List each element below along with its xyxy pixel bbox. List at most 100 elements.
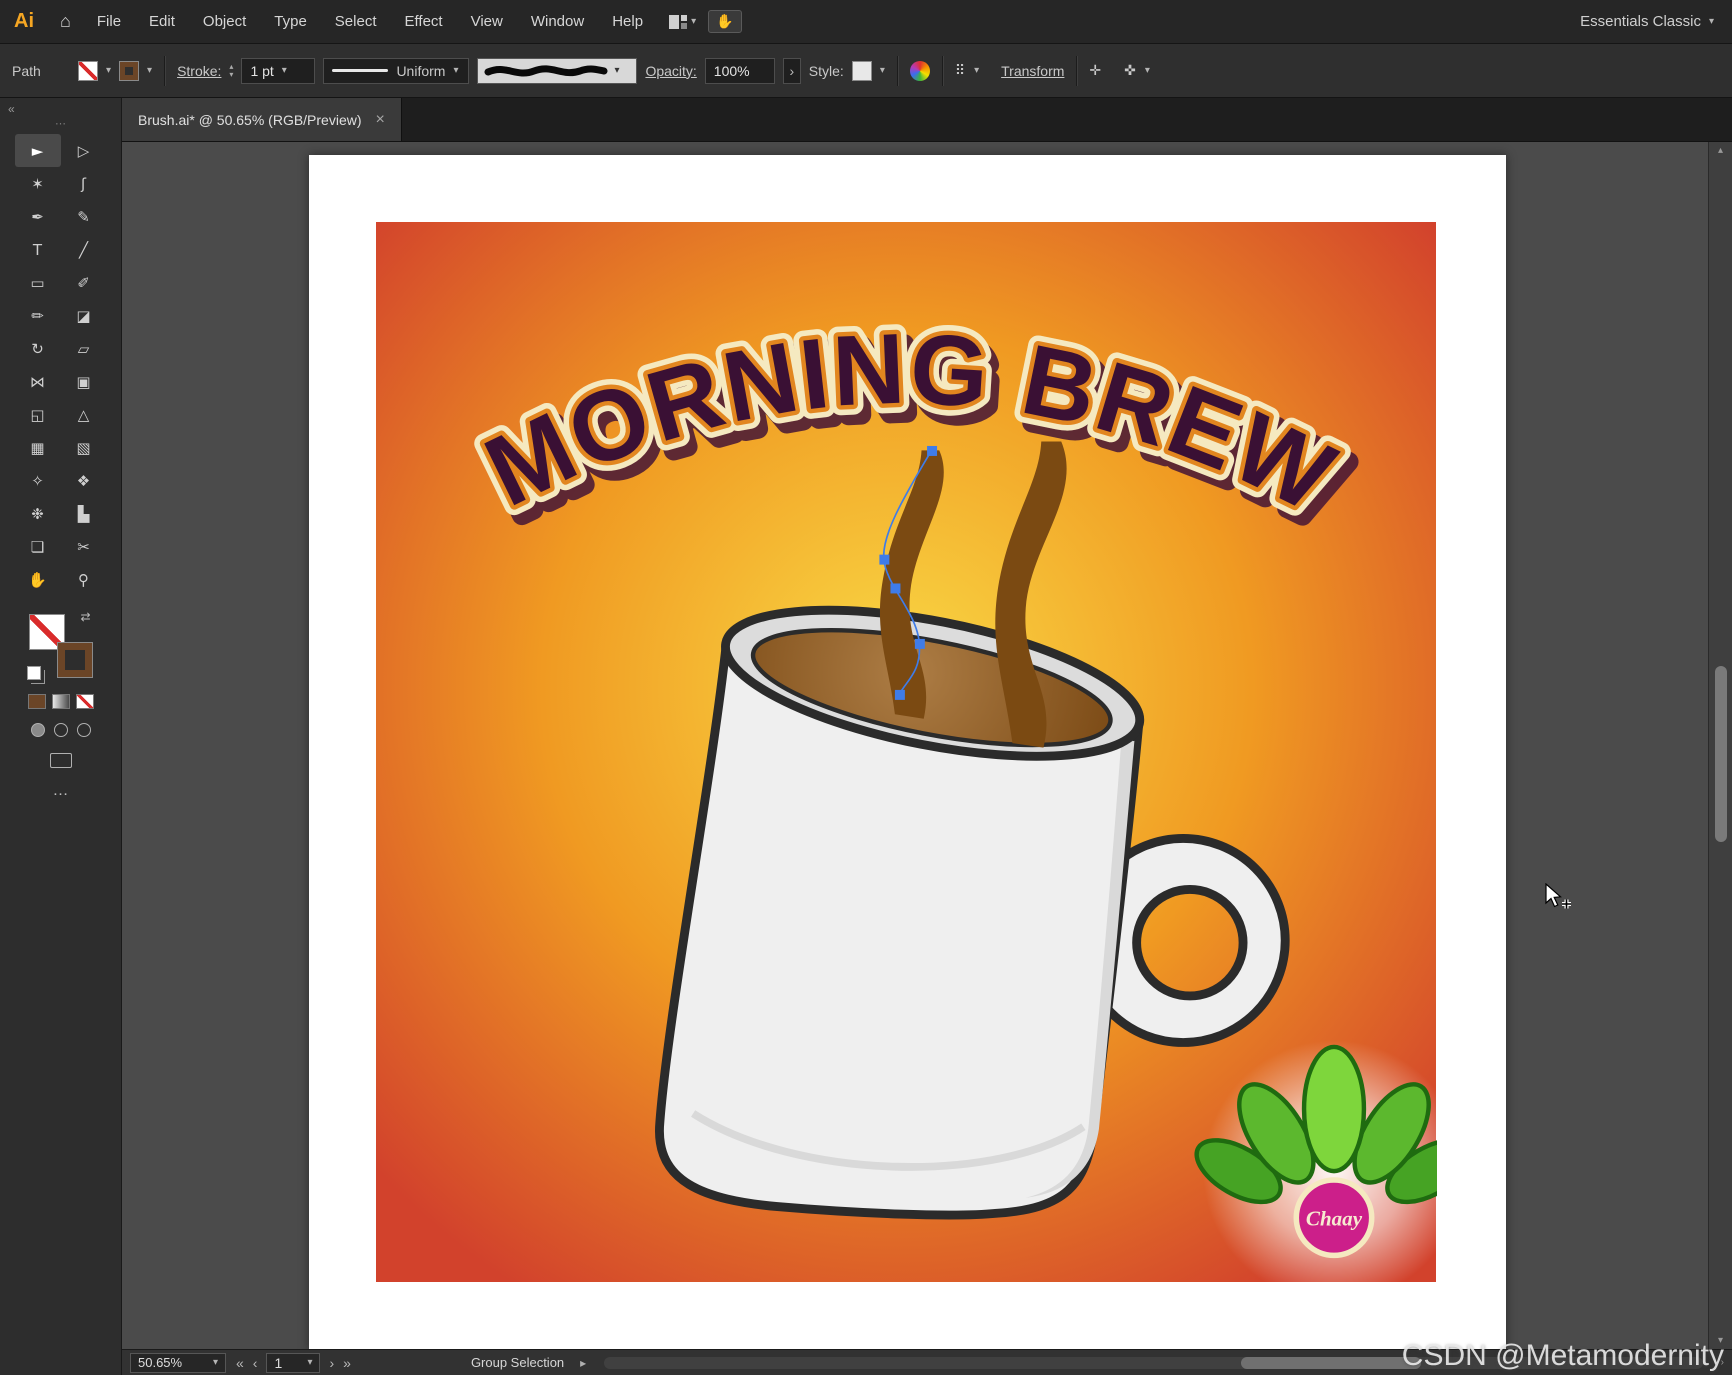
- anchor-point[interactable]: [894, 689, 905, 700]
- opacity-options-button[interactable]: ›: [782, 57, 801, 84]
- status-options-icon[interactable]: ▸: [580, 1356, 586, 1370]
- width-profile-select[interactable]: Uniform ▾: [323, 57, 470, 84]
- draw-behind-button[interactable]: [53, 723, 68, 737]
- symbol-sprayer-tool[interactable]: ❉: [15, 497, 61, 530]
- edit-toolbar-icon[interactable]: …: [53, 782, 69, 800]
- blend-tool[interactable]: ❖: [61, 464, 107, 497]
- eyedropper-tool[interactable]: ✧: [15, 464, 61, 497]
- hand-tool[interactable]: ✋: [15, 563, 61, 596]
- magic-wand-tool[interactable]: ✶: [15, 167, 61, 200]
- mesh-tool[interactable]: ▦: [15, 431, 61, 464]
- transform-label[interactable]: Transform: [1001, 63, 1064, 79]
- zoom-tool[interactable]: ⚲: [61, 563, 107, 596]
- menu-select[interactable]: Select: [321, 0, 391, 43]
- opacity-label[interactable]: Opacity:: [645, 63, 696, 79]
- perspective-grid-tool[interactable]: △: [61, 398, 107, 431]
- selection-tool[interactable]: ►: [14, 134, 61, 167]
- direct-selection-tool[interactable]: ▷: [61, 134, 107, 167]
- column-graph-tool[interactable]: ▙: [61, 497, 107, 530]
- leaf[interactable]: [1301, 1044, 1367, 1174]
- default-fill-stroke-icon[interactable]: [26, 666, 41, 680]
- rectangle-tool[interactable]: ▭: [15, 266, 61, 299]
- opacity-input[interactable]: 100%: [704, 57, 775, 84]
- last-artboard-icon[interactable]: »: [343, 1355, 351, 1371]
- scroll-up-icon[interactable]: ▴: [1718, 145, 1723, 156]
- chevron-down-icon[interactable]: ▾: [147, 65, 152, 76]
- canvas-viewport[interactable]: MORNING BREW MORNING BREW MORNING BREW M…: [122, 142, 1708, 1349]
- line-segment-tool[interactable]: ╱: [61, 233, 107, 266]
- app-logo-icon[interactable]: Ai: [0, 10, 48, 33]
- workspace-switcher[interactable]: Essentials Classic ▾: [1580, 13, 1732, 30]
- gradient-tool[interactable]: ▧: [61, 431, 107, 464]
- chevron-down-icon[interactable]: ▾: [282, 65, 287, 76]
- collapse-panel-icon[interactable]: «: [8, 102, 15, 116]
- chevron-down-icon[interactable]: ▾: [213, 1357, 218, 1368]
- color-button[interactable]: [27, 694, 46, 709]
- artboard-select[interactable]: 1 ▾: [266, 1352, 321, 1373]
- chevron-down-icon[interactable]: ▾: [453, 65, 458, 76]
- previous-artboard-icon[interactable]: ‹: [253, 1355, 258, 1371]
- grab-hand-icon[interactable]: ✋: [708, 10, 742, 33]
- stroke-stepper[interactable]: ▴ ▾: [229, 62, 233, 79]
- rotate-tool[interactable]: ↻: [15, 332, 61, 365]
- stroke-label[interactable]: Stroke:: [177, 63, 221, 79]
- brush-definition-select[interactable]: ▾: [477, 57, 638, 84]
- chevron-down-icon[interactable]: ▾: [106, 65, 111, 76]
- vertical-scroll-thumb[interactable]: [1715, 666, 1727, 842]
- anchor-point[interactable]: [879, 554, 890, 565]
- stepper-down-icon[interactable]: ▾: [229, 70, 233, 79]
- recolor-artwork-icon[interactable]: [909, 60, 930, 81]
- curvature-tool[interactable]: ✎: [61, 200, 107, 233]
- stroke-color-swatch[interactable]: [56, 642, 93, 678]
- style-swatch[interactable]: [851, 60, 872, 81]
- chevron-down-icon[interactable]: ▾: [691, 16, 696, 27]
- anchor-point[interactable]: [914, 638, 925, 649]
- gradient-button[interactable]: [51, 694, 70, 709]
- artwork[interactable]: MORNING BREW MORNING BREW MORNING BREW M…: [375, 222, 1437, 1282]
- none-button[interactable]: [75, 694, 94, 709]
- align-objects-icon[interactable]: ✛: [1089, 62, 1102, 79]
- paintbrush-tool[interactable]: ✐: [61, 266, 107, 299]
- menu-edit[interactable]: Edit: [135, 0, 189, 43]
- fill-swatch[interactable]: [78, 60, 98, 81]
- chevron-down-icon[interactable]: ▾: [880, 65, 885, 76]
- free-transform-tool[interactable]: ▣: [61, 365, 107, 398]
- chevron-down-icon[interactable]: ▾: [1709, 16, 1714, 27]
- shape-builder-tool[interactable]: ◱: [15, 398, 61, 431]
- swap-fill-stroke-icon[interactable]: ⇄: [80, 610, 90, 624]
- stroke-swatch[interactable]: [119, 60, 140, 81]
- menu-object[interactable]: Object: [189, 0, 260, 43]
- panel-grip-icon[interactable]: ⋯: [0, 119, 121, 130]
- close-icon[interactable]: ×: [376, 111, 385, 129]
- menu-window[interactable]: Window: [517, 0, 598, 43]
- scale-tool[interactable]: ▱: [61, 332, 107, 365]
- pen-tool[interactable]: ✒: [15, 200, 61, 233]
- next-artboard-icon[interactable]: ›: [329, 1355, 334, 1371]
- eraser-tool[interactable]: ◪: [61, 299, 107, 332]
- screen-mode-icon[interactable]: [49, 753, 72, 768]
- anchor-point[interactable]: [890, 583, 901, 594]
- artboard-tool[interactable]: ❏: [15, 530, 61, 563]
- pencil-tool[interactable]: ✏: [15, 299, 61, 332]
- menu-effect[interactable]: Effect: [391, 0, 457, 43]
- stroke-weight-input[interactable]: 1 pt ▾: [241, 57, 316, 84]
- artboard[interactable]: MORNING BREW MORNING BREW MORNING BREW M…: [309, 155, 1506, 1349]
- menu-file[interactable]: File: [83, 0, 135, 43]
- draw-normal-button[interactable]: [30, 723, 45, 737]
- align-panel-icon[interactable]: ⠿: [955, 62, 966, 79]
- anchor-point[interactable]: [927, 445, 938, 456]
- home-icon[interactable]: ⌂: [48, 11, 83, 32]
- chevron-down-icon[interactable]: ▾: [614, 65, 619, 76]
- type-tool[interactable]: T: [15, 233, 61, 266]
- arrange-documents-button[interactable]: ▾: [657, 14, 708, 29]
- menu-help[interactable]: Help: [598, 0, 657, 43]
- menu-type[interactable]: Type: [260, 0, 321, 43]
- document-tab[interactable]: Brush.ai* @ 50.65% (RGB/Preview) ×: [122, 98, 402, 141]
- lasso-tool[interactable]: ʃ: [61, 167, 107, 200]
- vertical-scrollbar[interactable]: ▴ ▾: [1708, 142, 1732, 1349]
- select-similar-icon[interactable]: ✜: [1124, 62, 1137, 79]
- chevron-down-icon[interactable]: ▾: [974, 65, 979, 76]
- draw-inside-button[interactable]: [76, 723, 91, 737]
- chevron-down-icon[interactable]: ▾: [307, 1357, 312, 1368]
- width-tool[interactable]: ⋈: [15, 365, 61, 398]
